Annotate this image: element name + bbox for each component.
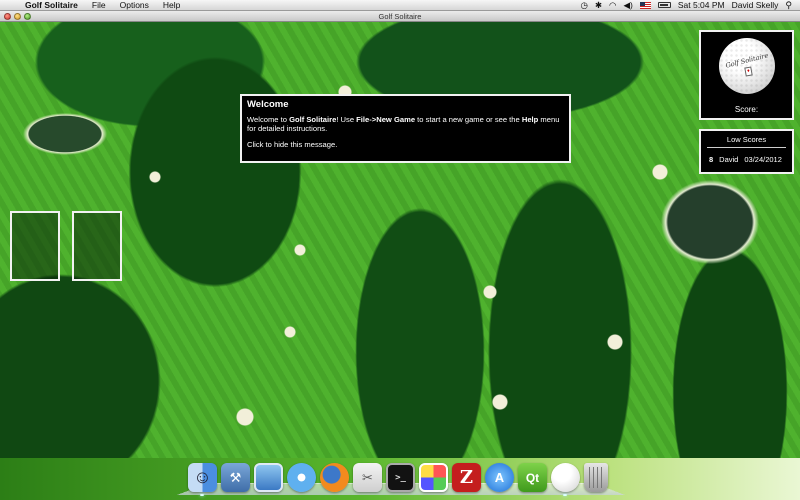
menu-file[interactable]: File [85,0,113,11]
golf-ball-logo-icon: Golf Solitaire ♦ [718,38,775,94]
grapher-icon[interactable]: ✂ [353,463,382,492]
welcome-heading: Welcome [247,99,289,110]
photo-icon[interactable] [419,463,448,492]
zoom-window-button[interactable] [24,13,31,20]
low-scores-panel: Low Scores 8 David 03/24/2012 [699,129,794,174]
menu-app-name[interactable]: Golf Solitaire [18,0,85,11]
app-store-icon[interactable]: A [485,463,514,492]
menu-options[interactable]: Options [113,0,156,11]
xcode-icon[interactable]: ⚒ [221,463,250,492]
low-score-date: 03/24/2012 [744,155,782,164]
bluetooth-icon[interactable]: ✱ [595,0,602,11]
minimize-window-button[interactable] [14,13,21,20]
low-scores-title: Low Scores [707,131,786,148]
filezilla-icon[interactable]: Z [452,463,481,492]
finder-icon[interactable] [188,463,217,496]
terminal-icon[interactable]: >_ [386,463,415,492]
hide-message-hint: Click to hide this message. [247,139,338,149]
firefox-icon[interactable] [320,463,349,492]
low-score-value: 8 [709,155,714,164]
stock-pile-slot[interactable] [10,211,60,281]
preview-icon[interactable] [254,463,283,492]
input-source-flag-icon[interactable] [639,1,651,9]
time-machine-icon[interactable]: ◷ [581,0,588,11]
waste-pile-slot[interactable] [72,211,122,281]
score-panel: Golf Solitaire ♦ Score: [699,30,794,120]
clock[interactable]: Sat 5:04 PM [678,0,725,11]
menu-help[interactable]: Help [156,0,187,11]
wifi-icon[interactable]: ◠ [609,0,616,11]
close-window-button[interactable] [4,13,11,20]
status-area: ◷ ✱ ◠ ◀) Sat 5:04 PM David Skelly ⚲ [581,0,800,11]
welcome-message[interactable]: Welcome Welcome to Golf Solitaire! Use F… [240,94,571,163]
menu-bar: Golf Solitaire File Options Help ◷ ✱ ◠ ◀… [0,0,800,11]
window-title-bar[interactable]: Golf Solitaire [0,11,800,22]
dock: ⚒ ✂ >_ Z A Qt [188,460,608,496]
low-score-player: David [719,155,739,164]
safari-icon[interactable] [287,463,316,492]
volume-icon[interactable]: ◀) [623,0,632,11]
score-label: Score: [734,105,759,114]
user-menu[interactable]: David Skelly [732,0,779,11]
spotlight-search-icon[interactable]: ⚲ [785,0,792,11]
golf-solitaire-dock-icon[interactable] [551,463,580,496]
qt-creator-icon[interactable]: Qt [518,463,547,492]
battery-icon[interactable] [657,2,671,8]
trash-icon[interactable] [584,463,608,492]
window-title: Golf Solitaire [378,11,422,21]
window-controls [4,13,31,20]
low-score-entry: 8 David 03/24/2012 [701,148,792,164]
welcome-body: Welcome to Golf Solitaire! Use File->New… [247,115,560,134]
